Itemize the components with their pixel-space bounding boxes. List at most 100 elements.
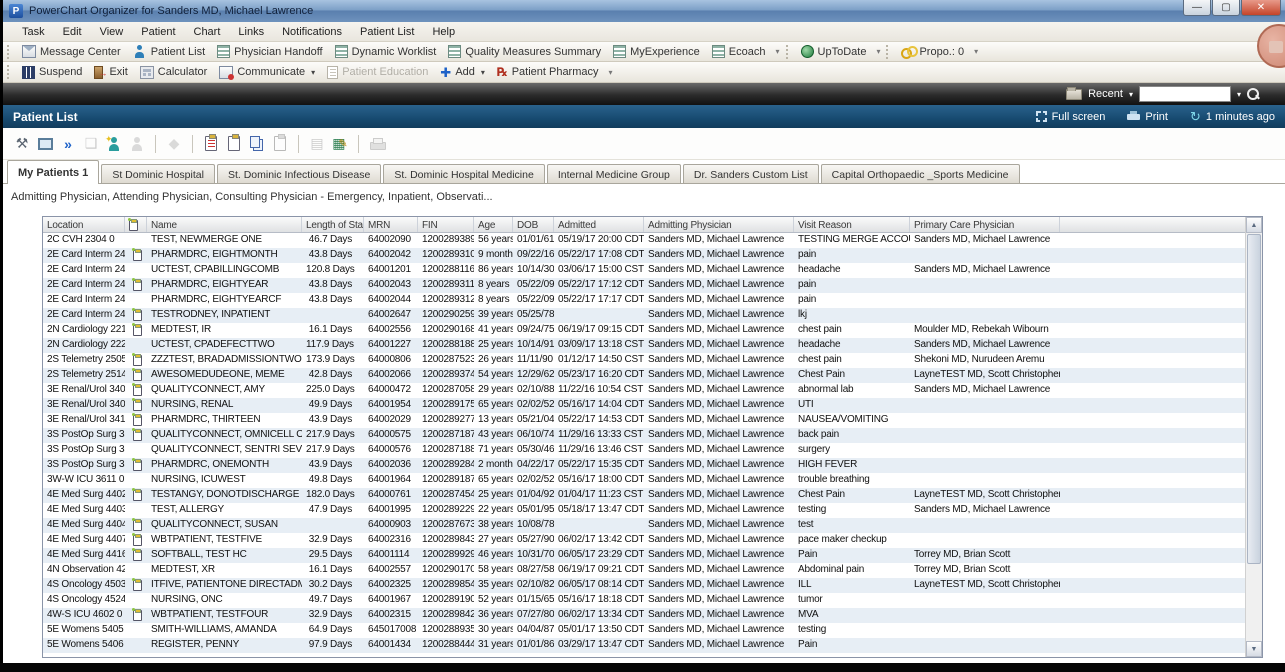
clipboard-tasks-icon[interactable] <box>202 135 220 153</box>
menu-chart[interactable]: Chart <box>185 24 230 40</box>
toolbar-grip[interactable] <box>786 45 791 59</box>
menu-task[interactable]: Task <box>13 24 54 40</box>
list-properties-wrench-icon[interactable]: ⚒ <box>13 135 31 153</box>
suspend-button[interactable]: Suspend <box>16 65 88 80</box>
table-row[interactable]: 4E Med Surg 4403 0TEST, ALLERGY47.9 Days… <box>43 503 1262 518</box>
table-row[interactable]: 2E Card Interm 2420 0UCTEST, CPABILLINGC… <box>43 263 1262 278</box>
column-header-mrn[interactable]: MRN <box>364 217 418 232</box>
edit-chart-icon[interactable]: ▦✎ <box>331 135 349 153</box>
menu-patient[interactable]: Patient <box>132 24 184 40</box>
menu-notifications[interactable]: Notifications <box>273 24 351 40</box>
message-center-button[interactable]: Message Center <box>16 44 127 59</box>
toolbar-grip[interactable] <box>886 45 891 59</box>
chevron-down-icon[interactable]: ▾ <box>1129 90 1133 99</box>
column-header-name[interactable]: Name <box>147 217 302 232</box>
table-row[interactable]: 4E Med Surg 4407 0WBTPATIENT, TESTFIVE32… <box>43 533 1262 548</box>
scroll-down-icon[interactable]: ▼ <box>1246 641 1262 657</box>
cast-monitor-icon[interactable] <box>36 135 54 153</box>
copy-icon[interactable] <box>248 135 266 153</box>
menu-links[interactable]: Links <box>229 24 273 40</box>
patient-pharmacy-button[interactable]: ℞Patient Pharmacy <box>491 65 605 80</box>
column-header-reason[interactable]: Visit Reason <box>794 217 910 232</box>
column-header-age[interactable]: Age <box>474 217 513 232</box>
scrollbar-thumb[interactable] <box>1247 234 1261 564</box>
physician-handoff-button[interactable]: Physician Handoff <box>211 44 328 59</box>
myexperience-button[interactable]: MyExperience <box>607 44 706 59</box>
menu-view[interactable]: View <box>91 24 133 40</box>
table-row[interactable]: 2E Card Interm 2424 0PHARMDRC, EIGHTYEAR… <box>43 293 1262 308</box>
table-row[interactable]: 2E Card Interm 2429 0TESTRODNEY, INPATIE… <box>43 308 1262 323</box>
add-button[interactable]: ✚Add▾ <box>434 65 491 80</box>
table-row[interactable]: 3E Renal/Urol 3403 0QUALITYCONNECT, AMY2… <box>43 383 1262 398</box>
calculator-button[interactable]: Calculator <box>134 65 214 80</box>
search-icon[interactable] <box>1247 88 1259 100</box>
ecoach-button[interactable]: Ecoach <box>706 44 772 59</box>
column-header-location[interactable]: Location <box>43 217 125 232</box>
minimize-button[interactable]: — <box>1183 0 1211 16</box>
vertical-scrollbar[interactable]: ▲ ▼ <box>1245 217 1262 657</box>
menu-help[interactable]: Help <box>423 24 464 40</box>
table-row[interactable]: 4W-S ICU 4602 0WBTPATIENT, TESTFOUR32.9 … <box>43 608 1262 623</box>
menu-patient-list[interactable]: Patient List <box>351 24 423 40</box>
column-header-los[interactable]: Length of Stay <box>302 217 364 232</box>
communicate-button[interactable]: Communicate▾ <box>213 65 321 80</box>
toolbar-overflow-icon[interactable]: ▾ <box>872 47 884 56</box>
uptodate-button[interactable]: UpToDate <box>795 44 873 59</box>
toolbar-overflow-icon[interactable]: ▾ <box>772 47 784 56</box>
patient-list-button[interactable]: Patient List <box>127 44 211 59</box>
quality-measures-button[interactable]: Quality Measures Summary <box>442 44 607 59</box>
table-row[interactable]: 5E Womens 5406 0REGISTER, PENNY97.9 Days… <box>43 638 1262 653</box>
table-row[interactable]: 2N Cardiology 2220 0UCTEST, CPADEFECTTWO… <box>43 338 1262 353</box>
menu-edit[interactable]: Edit <box>54 24 91 40</box>
search-input[interactable] <box>1139 86 1231 102</box>
table-row[interactable]: 2E Card Interm 2416 0PHARMDRC, EIGHTMONT… <box>43 248 1262 263</box>
tab-st-dominic-hospital-medicine[interactable]: St. Dominic Hospital Medicine <box>383 164 544 184</box>
toolbar-grip[interactable] <box>7 45 12 59</box>
table-row[interactable]: 3S PostOp Surg 3512 0PHARMDRC, ONEMONTH4… <box>43 458 1262 473</box>
close-button[interactable]: ✕ <box>1241 0 1281 16</box>
table-row[interactable]: 4E Med Surg 4404 0QUALITYCONNECT, SUSAN6… <box>43 518 1262 533</box>
table-row[interactable]: 2C CVH 2304 0TEST, NEWMERGE ONE46.7 Days… <box>43 233 1262 248</box>
table-row[interactable]: 3E Renal/Urol 3406 0NURSING, RENAL49.9 D… <box>43 398 1262 413</box>
table-row[interactable]: 4N Observation 4216 0MEDTEST, XR16.1 Day… <box>43 563 1262 578</box>
column-header-dob[interactable]: DOB <box>513 217 554 232</box>
column-header-fin[interactable]: FIN <box>418 217 474 232</box>
scroll-up-icon[interactable]: ▲ <box>1246 217 1262 233</box>
patient-education-button[interactable]: Patient Education <box>321 65 434 80</box>
tab-my-patients-1[interactable]: My Patients 1 <box>7 160 99 184</box>
toolbar-overflow-icon[interactable]: ▾ <box>970 47 982 56</box>
propo-button[interactable]: Propo.: 0 <box>895 44 970 59</box>
tab-internal-medicine-group[interactable]: Internal Medicine Group <box>547 164 681 184</box>
column-header-pcp[interactable]: Primary Care Physician <box>910 217 1060 232</box>
table-row[interactable]: 4S Oncology 4524 0NURSING, ONC49.7 Days6… <box>43 593 1262 608</box>
tab-dr-sanders-custom-list[interactable]: Dr. Sanders Custom List <box>683 164 819 184</box>
restore-button[interactable]: ▢ <box>1212 0 1240 16</box>
exit-button[interactable]: Exit <box>88 65 133 80</box>
table-row[interactable]: 3E Renal/Urol 3416 0PHARMDRC, THIRTEEN43… <box>43 413 1262 428</box>
toolbar-grip[interactable] <box>7 65 12 79</box>
tab-st-dominic-hospital[interactable]: St Dominic Hospital <box>101 164 215 184</box>
table-row[interactable]: 2S Telemetry 2514 0AWESOMEDUDEONE, MEME4… <box>43 368 1262 383</box>
chevron-down-icon[interactable]: ▾ <box>1237 90 1241 99</box>
print-button[interactable]: Print <box>1127 111 1168 123</box>
tab-st-dominic-infectious-disease[interactable]: St. Dominic Infectious Disease <box>217 164 381 184</box>
tab-capital-orthopaedic-sports-medicine[interactable]: Capital Orthopaedic _Sports Medicine <box>821 164 1020 184</box>
table-row[interactable]: 5E Womens 5405 0SMITH-WILLIAMS, AMANDA64… <box>43 623 1262 638</box>
double-chevron-icon[interactable]: » <box>59 135 77 153</box>
table-row[interactable]: 4E Med Surg 4402 0TESTANGY, DONOTDISCHAR… <box>43 488 1262 503</box>
column-header-admitting[interactable]: Admitting Physician <box>644 217 794 232</box>
table-row[interactable]: 2S Telemetry 2505 0ZZZTEST, BRADADMISSIO… <box>43 353 1262 368</box>
fullscreen-button[interactable]: Full screen <box>1036 111 1106 123</box>
refresh-button[interactable]: ↻ 1 minutes ago <box>1190 111 1275 123</box>
table-row[interactable]: 4E Med Surg 4416 0SOFTBALL, TEST HC29.5 … <box>43 548 1262 563</box>
add-patient-icon[interactable]: ✦ <box>105 135 123 153</box>
toolbar-overflow-icon[interactable]: ▾ <box>605 68 617 77</box>
table-row[interactable]: 3W-W ICU 3611 0NURSING, ICUWEST49.8 Days… <box>43 473 1262 488</box>
column-header-admitted[interactable]: Admitted <box>554 217 644 232</box>
table-row[interactable]: 3S PostOp Surg 3503 0QUALITYCONNECT, SEN… <box>43 443 1262 458</box>
table-row[interactable]: 3S PostOp Surg 3502 0QUALITYCONNECT, OMN… <box>43 428 1262 443</box>
table-row[interactable]: 2E Card Interm 2422 0PHARMDRC, EIGHTYEAR… <box>43 278 1262 293</box>
column-header-chart-icon[interactable] <box>125 217 147 232</box>
clipboard-icon[interactable] <box>225 135 243 153</box>
table-row[interactable]: 4S Oncology 4503 0ITFIVE, PATIENTONE DIR… <box>43 578 1262 593</box>
